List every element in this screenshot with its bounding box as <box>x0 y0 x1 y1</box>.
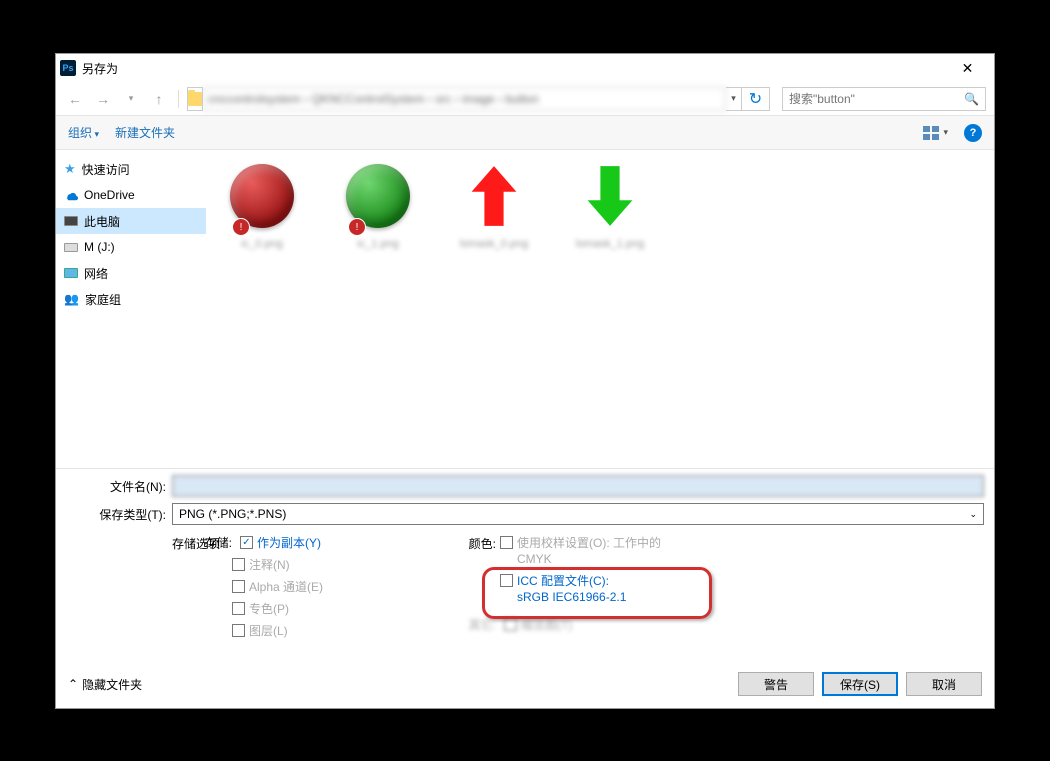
form-area: 文件名(N): 保存类型(T): PNG (*.PNG;*.PNS) ⌄ 存储选… <box>56 468 994 645</box>
navigation-bar: ← → ▾ ↑ cnccontrolsystem › QKNCControlSy… <box>56 82 994 116</box>
up-button[interactable]: ↑ <box>148 88 170 110</box>
notes-label: 注释(N) <box>249 557 290 573</box>
proof-label: 使用校样设置(O): 工作中的 CMYK <box>517 535 687 567</box>
overlay-badge-icon: ! <box>348 218 366 236</box>
titlebar: Ps 另存为 ✕ <box>56 54 994 82</box>
organize-menu[interactable]: 组织 <box>68 124 99 141</box>
spot-checkbox <box>232 602 245 615</box>
red-up-arrow-icon <box>467 164 521 228</box>
sidebar-item-onedrive[interactable]: OneDrive <box>56 182 206 208</box>
file-item[interactable]: ! ic_1.png <box>330 158 426 250</box>
onedrive-icon <box>64 188 78 202</box>
sidebar-item-drive-m[interactable]: M (J:) <box>56 234 206 260</box>
search-input[interactable] <box>789 92 964 106</box>
toolbar: 组织 新建文件夹 ▾ ? <box>56 116 994 150</box>
file-item[interactable]: ! ic_0.png <box>214 158 310 250</box>
breadcrumb-path[interactable]: cnccontrolsystem › QKNCControlSystem › s… <box>203 87 726 111</box>
homegroup-icon: 👥 <box>64 292 79 306</box>
close-button[interactable]: ✕ <box>945 54 990 82</box>
search-icon: 🔍 <box>964 92 979 106</box>
proof-checkbox <box>500 536 513 549</box>
filetype-select[interactable]: PNG (*.PNG;*.PNS) ⌄ <box>172 503 984 525</box>
new-folder-button[interactable]: 新建文件夹 <box>115 124 175 141</box>
alpha-checkbox <box>232 580 245 593</box>
alpha-label: Alpha 通道(E) <box>249 579 323 595</box>
path-dropdown[interactable]: ▾ <box>726 87 742 111</box>
sidebar-item-label: 网络 <box>84 265 108 282</box>
cancel-button[interactable]: 取消 <box>906 672 982 696</box>
back-button[interactable]: ← <box>64 88 86 110</box>
notes-checkbox <box>232 558 245 571</box>
save-label: 存储: <box>202 535 232 551</box>
overlay-badge-icon: ! <box>232 218 250 236</box>
warn-button[interactable]: 警告 <box>738 672 814 696</box>
filename-label: 文件名(N): <box>66 478 166 495</box>
file-name: ic_1.png <box>330 238 426 250</box>
file-name: lomask_0.png <box>446 238 542 250</box>
highlight-annotation <box>482 567 712 619</box>
other-label: 其它: <box>462 617 496 633</box>
window-title: 另存为 <box>82 60 945 77</box>
sidebar-item-network[interactable]: 网络 <box>56 260 206 286</box>
help-button[interactable]: ? <box>964 124 982 142</box>
forward-button[interactable]: → <box>92 88 114 110</box>
save-button[interactable]: 保存(S) <box>822 672 898 696</box>
refresh-button[interactable]: ↻ <box>742 87 770 111</box>
chevron-down-icon: ⌄ <box>969 509 977 520</box>
hide-folders-toggle[interactable]: ⌃ 隐藏文件夹 <box>68 676 142 693</box>
storage-options-label: 存储选项 <box>172 535 232 645</box>
network-icon <box>64 268 78 278</box>
computer-icon <box>64 216 78 226</box>
filename-input[interactable] <box>172 475 984 497</box>
sidebar-item-label: 家庭组 <box>85 291 121 308</box>
file-listing[interactable]: ! ic_0.png ! ic_1.png lomask_0.png lomas… <box>206 150 994 468</box>
sidebar-item-label: 快速访问 <box>82 161 130 178</box>
file-item[interactable]: lomask_0.png <box>446 158 542 250</box>
recent-dropdown[interactable]: ▾ <box>120 88 142 110</box>
thumb-label: 缩览图(T) <box>521 617 572 633</box>
filetype-label: 保存类型(T): <box>66 506 166 523</box>
save-as-dialog: Ps 另存为 ✕ ← → ▾ ↑ cnccontrolsystem › QKNC… <box>55 53 995 709</box>
thumb-checkbox <box>504 618 517 631</box>
footer: ⌃ 隐藏文件夹 警告 保存(S) 取消 <box>56 666 994 702</box>
sidebar-item-label: OneDrive <box>84 188 135 202</box>
spot-label: 专色(P) <box>249 601 289 617</box>
sidebar: ★ 快速访问 OneDrive 此电脑 M (J:) 网络 👥 家庭组 <box>56 150 206 468</box>
layers-label: 图层(L) <box>249 623 288 639</box>
view-options-button[interactable]: ▾ <box>923 126 948 140</box>
file-name: ic_0.png <box>214 238 310 250</box>
sidebar-item-label: 此电脑 <box>84 213 120 230</box>
drive-icon <box>64 243 78 252</box>
sidebar-item-quick-access[interactable]: ★ 快速访问 <box>56 156 206 182</box>
green-down-arrow-icon <box>583 164 637 228</box>
sidebar-item-label: M (J:) <box>84 240 115 254</box>
star-icon: ★ <box>64 161 76 177</box>
sidebar-item-homegroup[interactable]: 👥 家庭组 <box>56 286 206 312</box>
chevron-up-icon: ⌃ <box>68 677 78 691</box>
layers-checkbox <box>232 624 245 637</box>
file-item[interactable]: lomask_1.png <box>562 158 658 250</box>
photoshop-icon: Ps <box>60 60 76 76</box>
as-copy-label: 作为副本(Y) <box>257 535 321 551</box>
as-copy-checkbox[interactable] <box>240 536 253 549</box>
search-box[interactable]: 🔍 <box>782 87 986 111</box>
sidebar-item-this-pc[interactable]: 此电脑 <box>56 208 206 234</box>
path-folder-icon[interactable] <box>187 87 203 111</box>
file-name: lomask_1.png <box>562 238 658 250</box>
